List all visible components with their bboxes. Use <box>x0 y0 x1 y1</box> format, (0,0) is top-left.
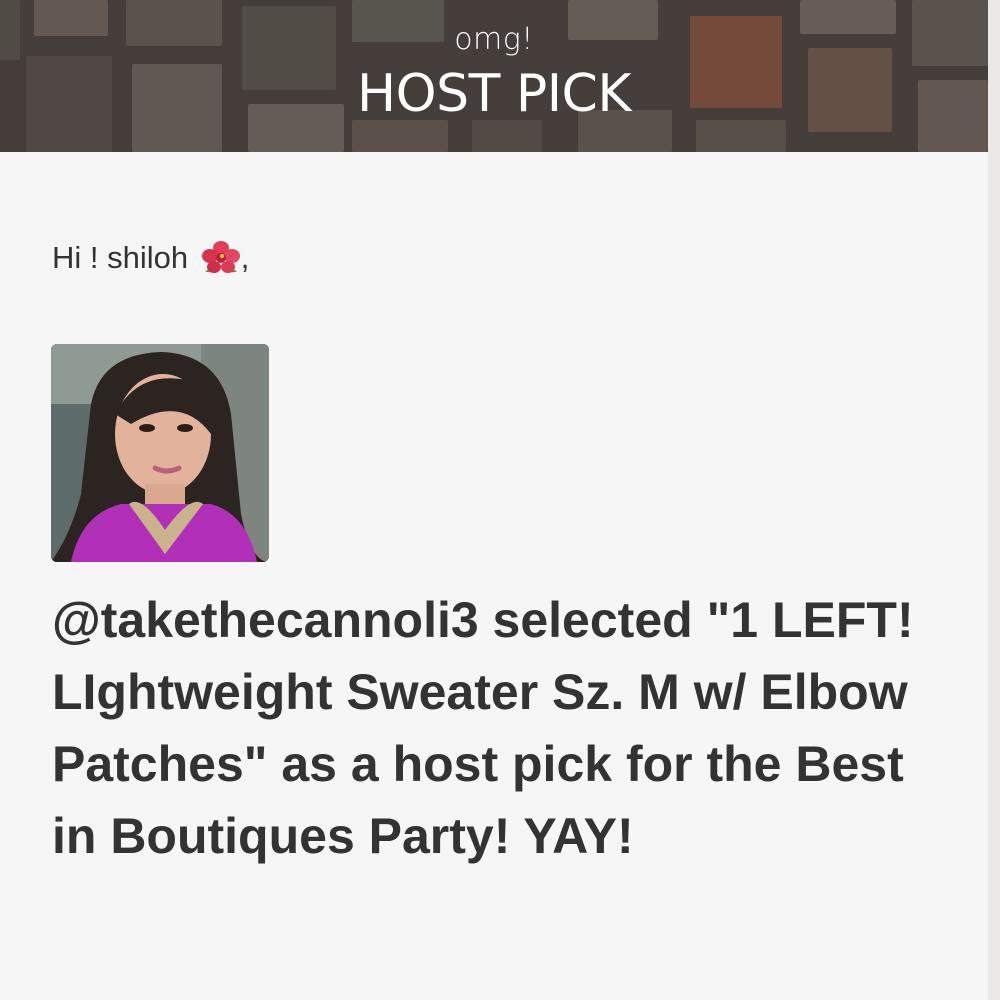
hibiscus-icon <box>201 240 241 288</box>
greeting-text: Hi ! shiloh <box>52 240 189 275</box>
avatar[interactable] <box>51 344 269 562</box>
greeting-comma: , <box>240 240 250 275</box>
host-pick-banner: omg! HOST PICK <box>0 0 988 152</box>
notification-page: omg! HOST PICK Hi ! shiloh , @takethecan… <box>0 0 1000 1000</box>
greeting: Hi ! shiloh , <box>52 236 249 288</box>
host-pick-message: @takethecannoli3 selected "1 LEFT! LIght… <box>52 592 914 864</box>
avatar-photo <box>51 344 269 562</box>
banner-eyebrow: omg! <box>454 22 534 57</box>
banner-title: HOST PICK <box>357 64 631 124</box>
page-edge <box>988 0 1000 1000</box>
